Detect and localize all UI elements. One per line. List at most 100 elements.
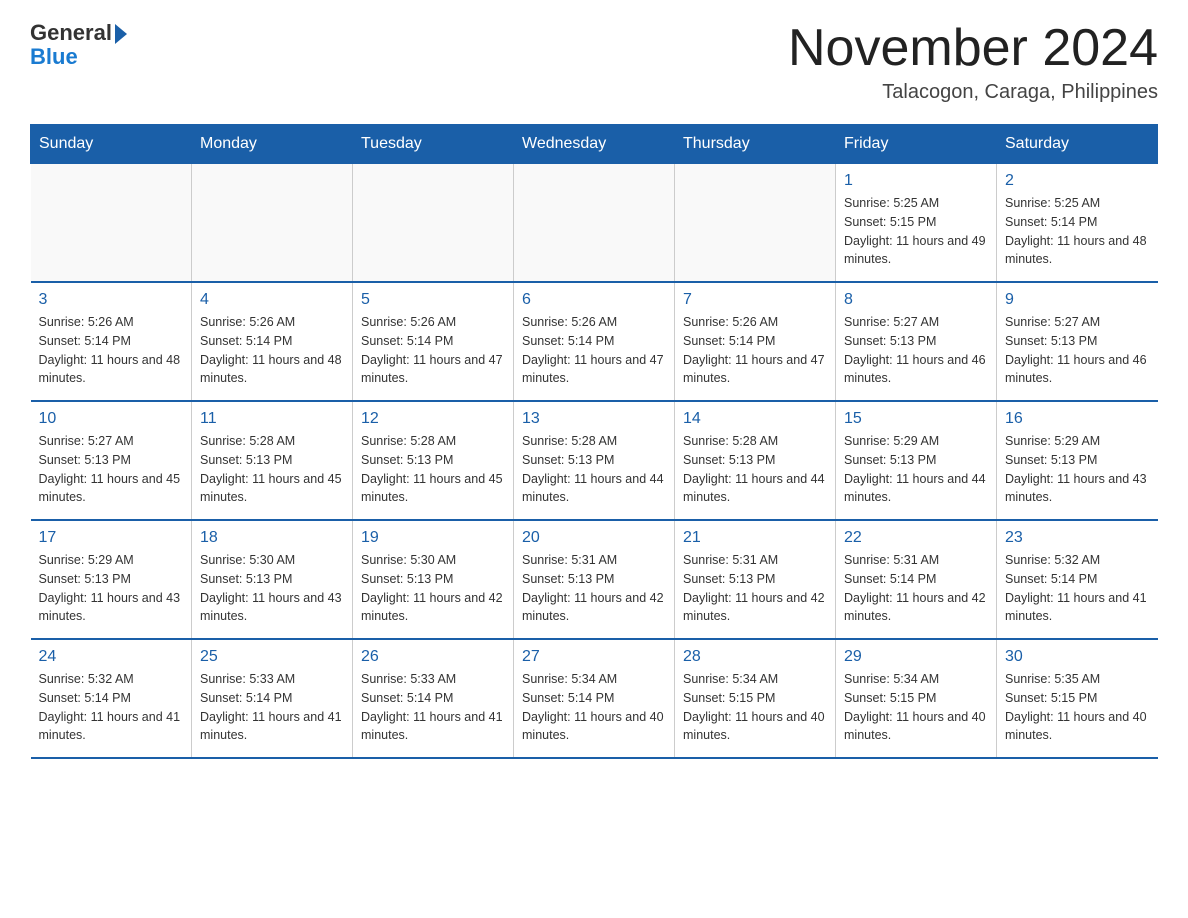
day-number: 8 xyxy=(844,291,988,309)
day-number: 22 xyxy=(844,529,988,547)
day-number: 21 xyxy=(683,529,827,547)
day-info: Sunrise: 5:35 AMSunset: 5:15 PMDaylight:… xyxy=(1005,670,1150,745)
location-subtitle: Talacogon, Caraga, Philippines xyxy=(788,81,1158,104)
calendar-cell: 4 Sunrise: 5:26 AMSunset: 5:14 PMDaylight… xyxy=(192,282,353,401)
calendar-header: SundayMondayTuesdayWednesdayThursdayFrid… xyxy=(31,125,1158,164)
calendar-week-row: 17 Sunrise: 5:29 AMSunset: 5:13 PMDayligh… xyxy=(31,520,1158,639)
calendar-cell: 13 Sunrise: 5:28 AMSunset: 5:13 PMDayligh… xyxy=(514,401,675,520)
day-info: Sunrise: 5:31 AMSunset: 5:13 PMDaylight:… xyxy=(683,551,827,626)
weekday-header-row: SundayMondayTuesdayWednesdayThursdayFrid… xyxy=(31,125,1158,164)
day-info: Sunrise: 5:32 AMSunset: 5:14 PMDaylight:… xyxy=(39,670,184,745)
weekday-header-monday: Monday xyxy=(192,125,353,164)
day-info: Sunrise: 5:26 AMSunset: 5:14 PMDaylight:… xyxy=(522,313,666,388)
day-number: 1 xyxy=(844,172,988,190)
page-header: General Blue November 2024 Talacogon, Ca… xyxy=(30,20,1158,104)
day-info: Sunrise: 5:30 AMSunset: 5:13 PMDaylight:… xyxy=(361,551,505,626)
calendar-cell: 18 Sunrise: 5:30 AMSunset: 5:13 PMDayligh… xyxy=(192,520,353,639)
day-info: Sunrise: 5:27 AMSunset: 5:13 PMDaylight:… xyxy=(1005,313,1150,388)
logo-blue-text: Blue xyxy=(30,44,78,70)
day-info: Sunrise: 5:25 AMSunset: 5:15 PMDaylight:… xyxy=(844,194,988,269)
calendar-cell: 23 Sunrise: 5:32 AMSunset: 5:14 PMDayligh… xyxy=(997,520,1158,639)
weekday-header-tuesday: Tuesday xyxy=(353,125,514,164)
calendar-week-row: 10Sunrise: 5:27 AMSunset: 5:13 PMDayligh… xyxy=(31,401,1158,520)
calendar-cell: 17 Sunrise: 5:29 AMSunset: 5:13 PMDayligh… xyxy=(31,520,192,639)
day-info: Sunrise: 5:27 AMSunset: 5:13 PMDaylight:… xyxy=(844,313,988,388)
calendar-cell xyxy=(353,164,514,283)
day-info: Sunrise: 5:26 AMSunset: 5:14 PMDaylight:… xyxy=(39,313,184,388)
calendar-cell: 15Sunrise: 5:29 AMSunset: 5:13 PMDayligh… xyxy=(836,401,997,520)
title-section: November 2024 Talacogon, Caraga, Philipp… xyxy=(788,20,1158,104)
calendar-cell xyxy=(675,164,836,283)
day-number: 7 xyxy=(683,291,827,309)
day-number: 20 xyxy=(522,529,666,547)
calendar-cell: 24 Sunrise: 5:32 AMSunset: 5:14 PMDayligh… xyxy=(31,639,192,758)
day-number: 30 xyxy=(1005,648,1150,666)
calendar-cell: 21 Sunrise: 5:31 AMSunset: 5:13 PMDayligh… xyxy=(675,520,836,639)
calendar-cell: 9 Sunrise: 5:27 AMSunset: 5:13 PMDaylight… xyxy=(997,282,1158,401)
day-number: 23 xyxy=(1005,529,1150,547)
day-info: Sunrise: 5:31 AMSunset: 5:14 PMDaylight:… xyxy=(844,551,988,626)
day-number: 6 xyxy=(522,291,666,309)
day-info: Sunrise: 5:28 AMSunset: 5:13 PMDaylight:… xyxy=(361,432,505,507)
day-info: Sunrise: 5:33 AMSunset: 5:14 PMDaylight:… xyxy=(200,670,344,745)
calendar-cell: 7 Sunrise: 5:26 AMSunset: 5:14 PMDaylight… xyxy=(675,282,836,401)
calendar-cell: 29 Sunrise: 5:34 AMSunset: 5:15 PMDayligh… xyxy=(836,639,997,758)
day-info: Sunrise: 5:28 AMSunset: 5:13 PMDaylight:… xyxy=(522,432,666,507)
day-number: 28 xyxy=(683,648,827,666)
calendar-cell: 20Sunrise: 5:31 AMSunset: 5:13 PMDayligh… xyxy=(514,520,675,639)
day-info: Sunrise: 5:33 AMSunset: 5:14 PMDaylight:… xyxy=(361,670,505,745)
day-number: 17 xyxy=(39,529,184,547)
day-number: 4 xyxy=(200,291,344,309)
day-number: 12 xyxy=(361,410,505,428)
day-number: 3 xyxy=(39,291,184,309)
calendar-week-row: 1 Sunrise: 5:25 AMSunset: 5:15 PMDaylight… xyxy=(31,164,1158,283)
day-number: 19 xyxy=(361,529,505,547)
calendar-cell: 6 Sunrise: 5:26 AMSunset: 5:14 PMDaylight… xyxy=(514,282,675,401)
day-number: 5 xyxy=(361,291,505,309)
weekday-header-sunday: Sunday xyxy=(31,125,192,164)
calendar-cell: 14Sunrise: 5:28 AMSunset: 5:13 PMDayligh… xyxy=(675,401,836,520)
calendar-cell: 25Sunrise: 5:33 AMSunset: 5:14 PMDayligh… xyxy=(192,639,353,758)
month-title: November 2024 xyxy=(788,20,1158,77)
day-number: 10 xyxy=(39,410,184,428)
day-number: 27 xyxy=(522,648,666,666)
weekday-header-wednesday: Wednesday xyxy=(514,125,675,164)
day-number: 29 xyxy=(844,648,988,666)
day-number: 26 xyxy=(361,648,505,666)
calendar-cell: 5 Sunrise: 5:26 AMSunset: 5:14 PMDaylight… xyxy=(353,282,514,401)
calendar-cell: 22 Sunrise: 5:31 AMSunset: 5:14 PMDayligh… xyxy=(836,520,997,639)
calendar-cell xyxy=(31,164,192,283)
day-info: Sunrise: 5:25 AMSunset: 5:14 PMDaylight:… xyxy=(1005,194,1150,269)
day-info: Sunrise: 5:30 AMSunset: 5:13 PMDaylight:… xyxy=(200,551,344,626)
day-info: Sunrise: 5:28 AMSunset: 5:13 PMDaylight:… xyxy=(200,432,344,507)
calendar-cell: 3 Sunrise: 5:26 AMSunset: 5:14 PMDaylight… xyxy=(31,282,192,401)
day-number: 14 xyxy=(683,410,827,428)
day-info: Sunrise: 5:32 AMSunset: 5:14 PMDaylight:… xyxy=(1005,551,1150,626)
calendar-cell: 30 Sunrise: 5:35 AMSunset: 5:15 PMDayligh… xyxy=(997,639,1158,758)
calendar-cell: 8 Sunrise: 5:27 AMSunset: 5:13 PMDaylight… xyxy=(836,282,997,401)
calendar-cell: 2 Sunrise: 5:25 AMSunset: 5:14 PMDaylight… xyxy=(997,164,1158,283)
day-number: 18 xyxy=(200,529,344,547)
day-info: Sunrise: 5:26 AMSunset: 5:14 PMDaylight:… xyxy=(361,313,505,388)
calendar-week-row: 3 Sunrise: 5:26 AMSunset: 5:14 PMDaylight… xyxy=(31,282,1158,401)
day-info: Sunrise: 5:34 AMSunset: 5:15 PMDaylight:… xyxy=(844,670,988,745)
calendar-cell: 10Sunrise: 5:27 AMSunset: 5:13 PMDayligh… xyxy=(31,401,192,520)
day-number: 24 xyxy=(39,648,184,666)
calendar-cell: 26 Sunrise: 5:33 AMSunset: 5:14 PMDayligh… xyxy=(353,639,514,758)
calendar-cell: 28 Sunrise: 5:34 AMSunset: 5:15 PMDayligh… xyxy=(675,639,836,758)
day-info: Sunrise: 5:29 AMSunset: 5:13 PMDaylight:… xyxy=(39,551,184,626)
calendar-week-row: 24 Sunrise: 5:32 AMSunset: 5:14 PMDayligh… xyxy=(31,639,1158,758)
day-number: 13 xyxy=(522,410,666,428)
calendar-cell: 11 Sunrise: 5:28 AMSunset: 5:13 PMDayligh… xyxy=(192,401,353,520)
day-number: 11 xyxy=(200,410,344,428)
day-info: Sunrise: 5:26 AMSunset: 5:14 PMDaylight:… xyxy=(200,313,344,388)
day-number: 2 xyxy=(1005,172,1150,190)
day-info: Sunrise: 5:29 AMSunset: 5:13 PMDaylight:… xyxy=(1005,432,1150,507)
calendar-cell xyxy=(192,164,353,283)
day-number: 9 xyxy=(1005,291,1150,309)
day-info: Sunrise: 5:34 AMSunset: 5:15 PMDaylight:… xyxy=(683,670,827,745)
calendar-cell: 12 Sunrise: 5:28 AMSunset: 5:13 PMDayligh… xyxy=(353,401,514,520)
logo-arrow-icon xyxy=(115,24,127,44)
day-info: Sunrise: 5:26 AMSunset: 5:14 PMDaylight:… xyxy=(683,313,827,388)
calendar-cell: 27Sunrise: 5:34 AMSunset: 5:14 PMDayligh… xyxy=(514,639,675,758)
